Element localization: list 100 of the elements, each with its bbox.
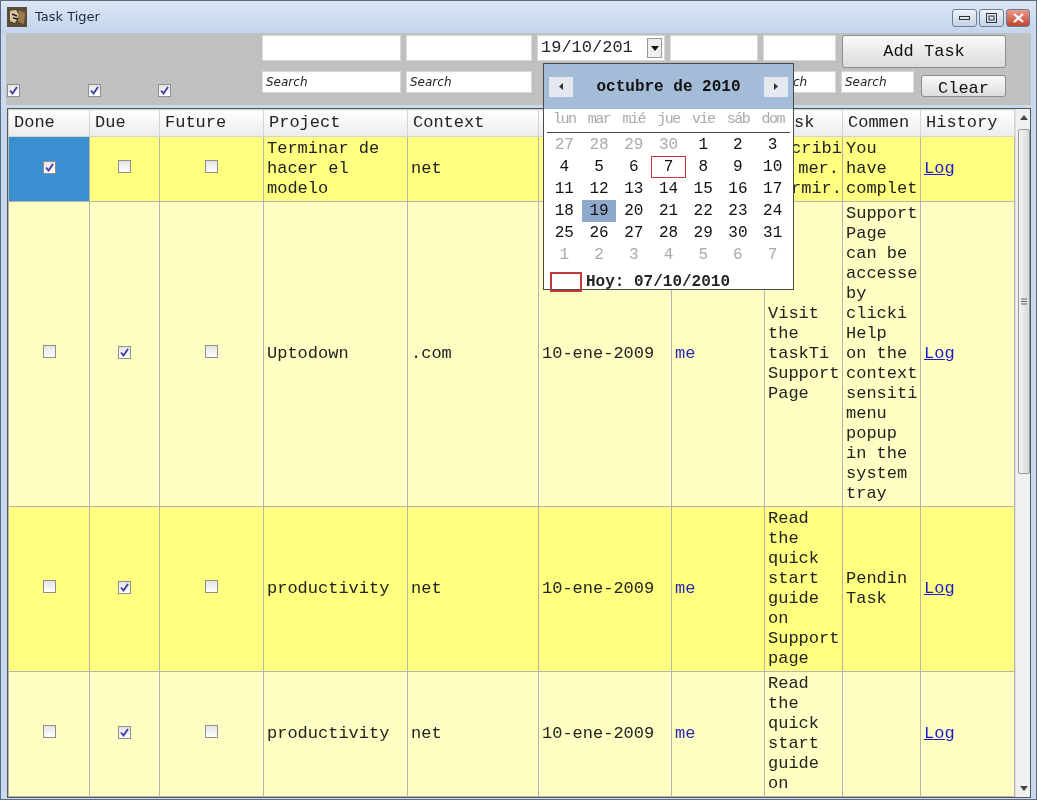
date-text: 10-ene-2009 — [542, 579, 655, 598]
calendar-day[interactable]: 8 — [685, 155, 721, 178]
calendar-day[interactable]: 9 — [720, 155, 756, 178]
search-field[interactable]: Search — [406, 71, 532, 93]
calendar-day[interactable]: 6 — [616, 155, 652, 178]
restore-button[interactable] — [979, 9, 1004, 27]
input-field[interactable] — [670, 35, 758, 61]
calendar-day[interactable]: 4 — [547, 155, 582, 178]
checkbox[interactable] — [7, 84, 20, 97]
calendar-day[interactable]: 24 — [755, 199, 790, 222]
clear-button[interactable]: Clear — [921, 75, 1006, 97]
calendar-day[interactable]: 14 — [651, 177, 686, 200]
input-field[interactable] — [262, 35, 401, 61]
project-text: Uptodown — [267, 344, 349, 363]
calendar-day[interactable]: 30 — [720, 221, 756, 244]
calendar-day[interactable]: 15 — [685, 177, 721, 200]
context-text: net — [411, 159, 442, 178]
calendar-day[interactable]: 25 — [547, 221, 582, 244]
checkbox[interactable] — [118, 346, 131, 359]
scroll-down-icon[interactable] — [1020, 786, 1028, 791]
scroll-up-icon[interactable] — [1020, 115, 1028, 120]
calendar-day[interactable]: 11 — [547, 177, 582, 200]
prev-month-button[interactable] — [549, 76, 573, 97]
weekday-label: mar — [586, 110, 612, 130]
checkbox[interactable] — [88, 84, 101, 97]
left-arrow-icon — [559, 83, 563, 90]
context-text: net — [411, 579, 442, 598]
log-link[interactable]: Log — [924, 579, 955, 598]
calendar-day[interactable]: 28 — [651, 221, 686, 244]
checkbox[interactable] — [205, 160, 218, 173]
log-link[interactable]: Log — [924, 344, 955, 363]
calendar-day[interactable]: 29 — [685, 221, 721, 244]
checkbox[interactable] — [118, 160, 131, 173]
checkbox[interactable] — [118, 581, 131, 594]
calendar-day[interactable]: 10 — [755, 155, 790, 178]
calendar-day[interactable]: 23 — [720, 199, 756, 222]
checkbox[interactable] — [42, 345, 56, 358]
weekday-label: sáb — [725, 110, 751, 130]
calendar-day[interactable]: 22 — [685, 199, 721, 222]
weekday-label: dom — [760, 110, 786, 130]
date-field[interactable]: 19/10/201 — [537, 35, 665, 61]
window-title: Task Tiger — [35, 8, 100, 27]
checkbox[interactable] — [118, 726, 131, 739]
comment-text: Pendin Task — [846, 569, 908, 608]
close-button[interactable] — [1006, 9, 1030, 27]
calendar-day[interactable]: 26 — [581, 221, 617, 244]
calendar-day[interactable]: 18 — [547, 199, 582, 222]
calendar-day[interactable]: 3 — [755, 133, 790, 156]
calendar-day[interactable]: 13 — [616, 177, 652, 200]
table-row[interactable]: productivity net 10-ene-2009 me Read the quick start guide on Log — [8, 671, 1015, 797]
owner-text: me — [675, 724, 696, 743]
calendar-day[interactable]: 31 — [755, 221, 790, 244]
weekday-label: vie — [690, 110, 716, 130]
checkbox[interactable] — [205, 725, 218, 738]
scroll-thumb[interactable] — [1018, 129, 1030, 474]
minimize-icon — [959, 15, 970, 21]
calendar-day[interactable]: 16 — [720, 177, 756, 200]
calendar-day[interactable]: 20 — [616, 199, 652, 222]
close-icon — [1012, 13, 1024, 23]
calendar-day[interactable]: 7 — [651, 155, 686, 178]
selected-cell[interactable] — [8, 136, 90, 202]
calendar-day[interactable]: 27 — [616, 221, 652, 244]
search-field[interactable]: Search — [841, 71, 914, 93]
project-text: productivity — [267, 579, 390, 598]
input-field[interactable] — [763, 35, 836, 61]
add-task-button[interactable]: Add Task — [842, 35, 1006, 68]
checkbox[interactable] — [42, 580, 56, 593]
scrollbar[interactable] — [1015, 109, 1030, 797]
calendar-day[interactable]: 21 — [651, 199, 686, 222]
comment-text: Support Page can be accesse by clicki Help on the context sensiti menu popup in the system tray — [846, 204, 918, 503]
next-month-button[interactable] — [764, 76, 788, 97]
checkbox[interactable] — [42, 161, 56, 174]
checkbox[interactable] — [205, 580, 218, 593]
task-text: Read the quick start guide on Support page — [768, 509, 840, 668]
checkbox[interactable] — [42, 725, 56, 738]
calendar-day[interactable]: 5 — [581, 155, 617, 178]
weekday-label: mié — [621, 110, 647, 130]
date-text: 10-ene-2009 — [542, 724, 655, 743]
weekday-label: jue — [656, 110, 682, 130]
checkbox[interactable] — [158, 84, 171, 97]
calendar-day[interactable]: 12 — [581, 177, 617, 200]
log-link[interactable]: Log — [924, 724, 955, 743]
checkbox[interactable] — [205, 345, 218, 358]
date-text: 10-ene-2009 — [542, 344, 655, 363]
right-arrow-icon — [774, 83, 778, 90]
today-link[interactable]: Hoy: 07/10/2010 — [586, 269, 731, 294]
month-title: octubre de 2010 — [596, 76, 741, 98]
log-link[interactable]: Log — [924, 159, 955, 178]
context-text: .com — [411, 344, 452, 363]
weekday-label: lun — [552, 110, 577, 130]
minimize-button[interactable] — [952, 9, 977, 27]
search-field[interactable]: Search — [262, 71, 401, 93]
column-header[interactable]: sk — [794, 113, 815, 132]
calendar-day[interactable]: 1 — [685, 133, 721, 156]
comment-text: You have complet — [846, 139, 918, 198]
calendar-day[interactable]: 19 — [581, 199, 617, 222]
context-text: net — [411, 724, 442, 743]
input-field[interactable] — [406, 35, 532, 61]
calendar-day[interactable]: 17 — [755, 177, 790, 200]
calendar-day[interactable]: 2 — [720, 133, 756, 156]
